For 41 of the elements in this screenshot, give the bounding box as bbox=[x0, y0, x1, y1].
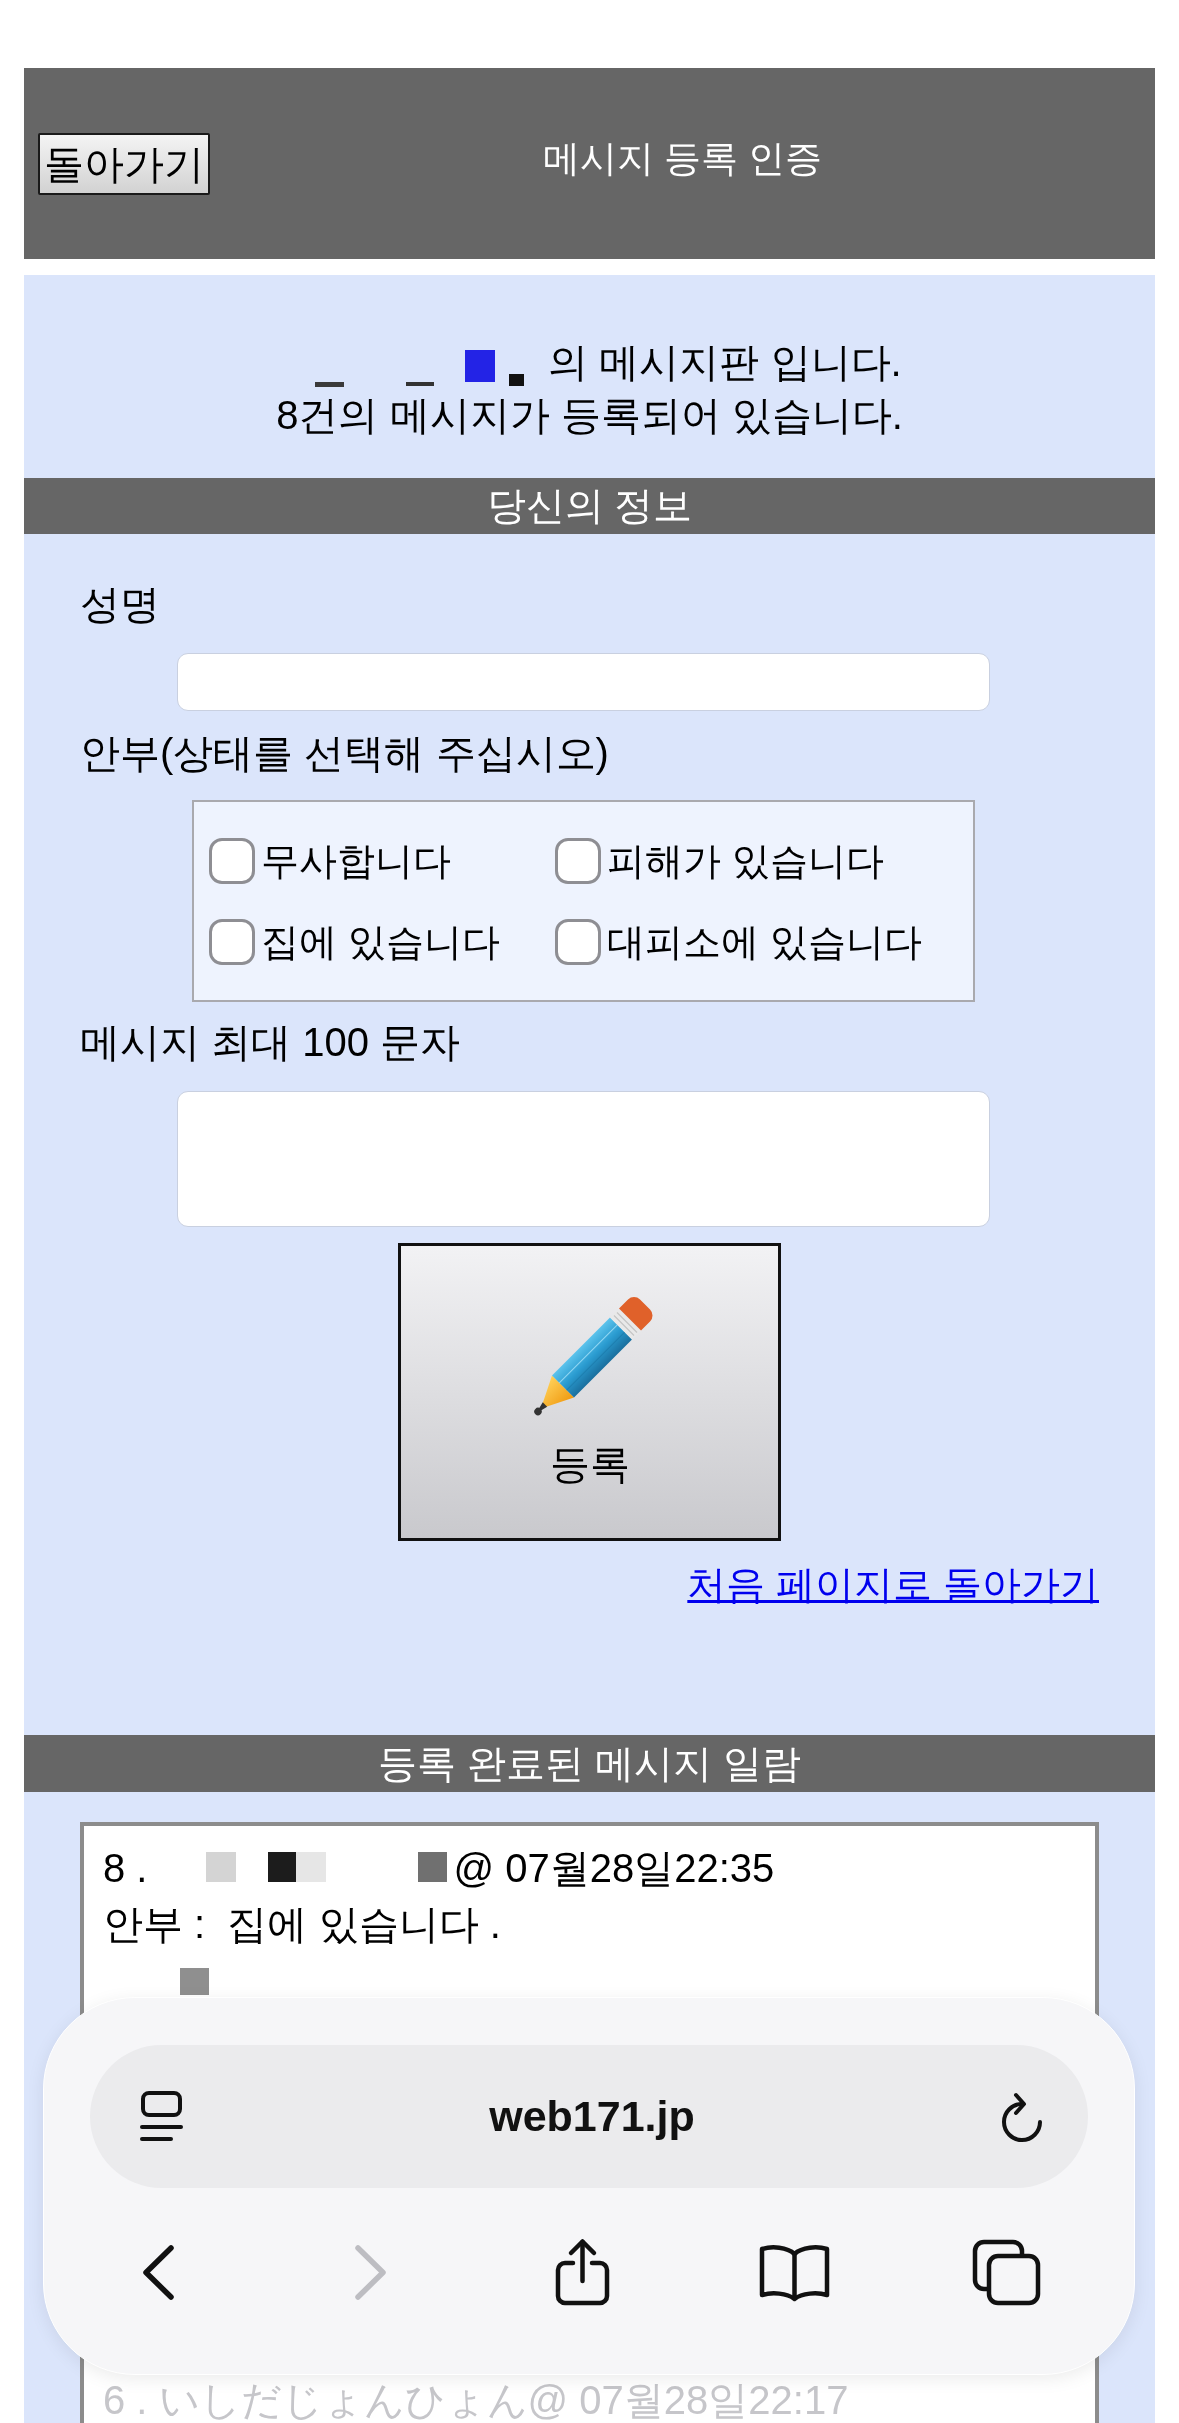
section-heading: 등록 완료된 메시지 일람 bbox=[24, 1735, 1155, 1792]
checkbox-label[interactable]: 대피소에 있습니다 bbox=[607, 917, 922, 967]
checkbox[interactable] bbox=[209, 919, 255, 965]
field-label: 메시지 최대 100 문자 bbox=[80, 1019, 461, 1066]
tabs-icon[interactable] bbox=[971, 2238, 1041, 2306]
message-number: 8 . bbox=[103, 1845, 148, 1892]
checkbox-label[interactable]: 피해가 있습니다 bbox=[607, 836, 884, 886]
checkbox-label[interactable]: 집에 있습니다 bbox=[261, 917, 500, 967]
redaction-block bbox=[180, 1968, 209, 1995]
checkbox[interactable] bbox=[555, 838, 601, 884]
checkbox-label[interactable]: 무사합니다 bbox=[261, 836, 451, 886]
checkbox[interactable] bbox=[555, 919, 601, 965]
message-count-text: 8건의 메시지가 등록되어 있습니다. bbox=[275, 392, 904, 439]
page-title: 메시지 등록 인증 bbox=[541, 136, 824, 181]
redaction-block bbox=[418, 1852, 448, 1882]
field-label: 성명 bbox=[80, 581, 160, 628]
book-icon[interactable] bbox=[758, 2242, 830, 2302]
message-status-text: 안부 : 집에 있습니다 . bbox=[103, 1901, 502, 1948]
message-timestamp: @ 07월28일22:35 bbox=[453, 1845, 775, 1892]
board-title-text: 의 메시지판 입니다. bbox=[548, 340, 902, 384]
back-icon[interactable] bbox=[141, 2244, 175, 2300]
forward-icon[interactable] bbox=[353, 2244, 387, 2300]
section-heading: 당신의 정보 bbox=[24, 478, 1155, 534]
home-link[interactable]: 처음 페이지로 돌아가기 bbox=[687, 1558, 1099, 1611]
redaction-block bbox=[406, 382, 435, 386]
redaction-block bbox=[268, 1852, 297, 1882]
name-input[interactable] bbox=[177, 653, 990, 711]
share-icon[interactable] bbox=[553, 2237, 611, 2307]
back-button[interactable]: 돌아가기 bbox=[38, 132, 210, 195]
submit-button[interactable]: 등록 bbox=[398, 1243, 781, 1541]
reader-icon[interactable] bbox=[139, 2090, 184, 2143]
field-label: 안부(상태를 선택해 주십시오) bbox=[80, 730, 609, 777]
address-bar[interactable]: web171.jp bbox=[90, 2045, 1088, 2188]
reload-icon[interactable] bbox=[1000, 2090, 1045, 2143]
redaction-block bbox=[206, 1852, 237, 1882]
redaction-block bbox=[465, 350, 496, 382]
redaction-block bbox=[509, 374, 525, 386]
redaction-block bbox=[296, 1852, 327, 1882]
message-header-text: 6 . いしだじょんひょん@ 07월28일22:17 bbox=[103, 2377, 850, 2423]
checkbox[interactable] bbox=[209, 838, 255, 884]
redaction-block bbox=[315, 382, 345, 387]
